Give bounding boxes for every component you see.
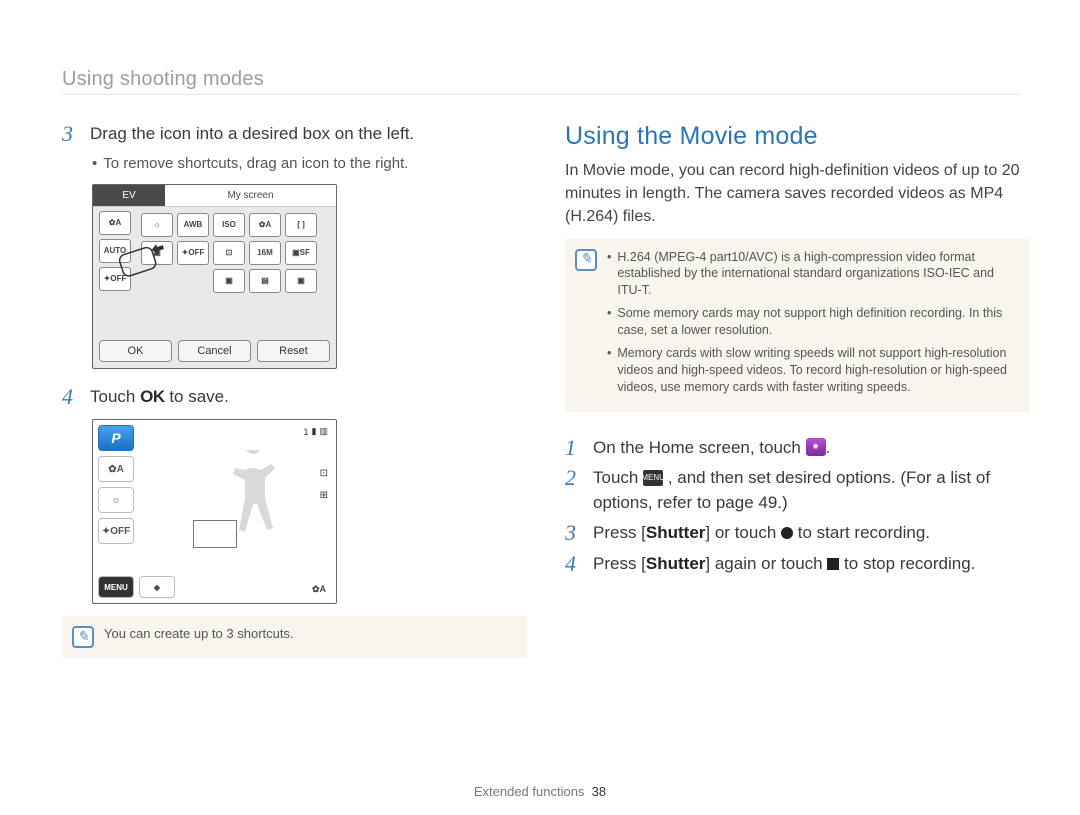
shortcut-icon: ✿A: [98, 456, 134, 482]
note-box: ✎ H.264 (MPEG-4 part10/AVC) is a high-co…: [565, 239, 1030, 412]
text: ] or touch: [705, 523, 781, 542]
text: Touch: [90, 387, 140, 406]
flash-icon: ✿A: [312, 584, 326, 595]
reset-button: Reset: [257, 340, 330, 362]
step-number: 3: [565, 521, 583, 546]
step-text: Press [Shutter] again or touch to stop r…: [593, 552, 975, 577]
movie-step-3: 3 Press [Shutter] or touch to start reco…: [565, 521, 1030, 546]
menu-button: MENU: [98, 576, 134, 598]
shortcut-slot: ✿A: [99, 211, 131, 235]
grid-icon: ▣: [285, 269, 317, 293]
text: to start recording.: [793, 523, 930, 542]
grid-icon: ☼: [141, 213, 173, 237]
text: Press [: [593, 523, 646, 542]
intro-paragraph: In Movie mode, you can record high-defin…: [565, 159, 1030, 229]
grid-icon: ▤: [249, 269, 281, 293]
note-item: H.264 (MPEG-4 part10/AVC) is a high-comp…: [617, 249, 1016, 300]
note-text: You can create up to 3 shortcuts.: [104, 626, 294, 648]
text: ] again or touch: [705, 554, 827, 573]
step-3-bullet: To remove shortcuts, drag an icon to the…: [92, 153, 527, 174]
drag-hand-icon: [117, 243, 177, 283]
counter: 1: [304, 427, 309, 437]
step-text: On the Home screen, touch ◉.: [593, 436, 830, 461]
breadcrumb: Using shooting modes: [62, 68, 264, 91]
text: Press [: [593, 554, 646, 573]
step-text: Touch MENU , and then set desired option…: [593, 466, 1030, 515]
shutter-label: Shutter: [646, 523, 706, 542]
divider: [62, 94, 1020, 95]
movie-step-2: 2 Touch MENU , and then set desired opti…: [565, 466, 1030, 515]
ok-button: OK: [99, 340, 172, 362]
screenshot-p-mode: P ✿A ☼ ✦OFF 1 ▮ ▥ ⊡ ⊞ MENU ◈ ✿A: [92, 419, 337, 604]
focus-frame: [193, 520, 237, 548]
tab-my-screen: My screen: [165, 185, 336, 207]
step-text: Drag the icon into a desired box on the …: [90, 122, 414, 147]
settings-icon: ◈: [139, 576, 175, 598]
cancel-button: Cancel: [178, 340, 251, 362]
grid-icon: ✦OFF: [177, 241, 209, 265]
menu-icon: MENU: [643, 470, 663, 486]
note-icon: ✎: [575, 249, 597, 271]
bullet-text: To remove shortcuts, drag an icon to the…: [103, 153, 408, 174]
step-number: 4: [62, 385, 80, 410]
ok-label: OK: [140, 385, 165, 410]
page-number: 38: [592, 784, 606, 799]
shutter-label: Shutter: [646, 554, 706, 573]
step-number: 1: [565, 436, 583, 461]
grid-icon: ▣: [213, 269, 245, 293]
grid-icon: ▣SF: [285, 241, 317, 265]
shortcut-icon: ☼: [98, 487, 134, 513]
shortcut-icon: ✦OFF: [98, 518, 134, 544]
page-footer: Extended functions 38: [0, 784, 1080, 799]
grid-icon: ✿A: [249, 213, 281, 237]
text: On the Home screen, touch: [593, 438, 806, 457]
text: to stop recording.: [839, 554, 975, 573]
grid-icon: [ ]: [285, 213, 317, 237]
sd-icon: ▮: [312, 426, 317, 437]
movie-mode-icon: ◉: [806, 438, 826, 456]
footer-section: Extended functions: [474, 784, 585, 799]
icon: ⊞: [320, 490, 328, 501]
grid-icon: ISO: [213, 213, 245, 237]
step-number: 2: [565, 466, 583, 515]
grid-icon: ⊡: [213, 241, 245, 265]
note-box: ✎ You can create up to 3 shortcuts.: [62, 616, 527, 658]
step-number: 3: [62, 122, 80, 147]
rec-icon: ⊡: [320, 468, 328, 479]
grid-icon: 16M: [249, 241, 281, 265]
text: .: [826, 438, 831, 457]
screenshot-my-screen: EV My screen ✿A AUTO ✦OFF ☼ AWB ISO ✿A […: [92, 184, 337, 369]
note-item: Memory cards with slow writing speeds wi…: [617, 345, 1016, 396]
note-icon: ✎: [72, 626, 94, 648]
person-silhouette: [223, 450, 283, 570]
mode-p-icon: P: [98, 425, 134, 451]
stop-square-icon: [827, 558, 839, 570]
step-3: 3 Drag the icon into a desired box on th…: [62, 122, 527, 147]
step-text: Press [Shutter] or touch to start record…: [593, 521, 930, 546]
movie-step-1: 1 On the Home screen, touch ◉.: [565, 436, 1030, 461]
step-text: Touch OK to save.: [90, 385, 229, 410]
step-4: 4 Touch OK to save.: [62, 385, 527, 410]
note-item: Some memory cards may not support high d…: [617, 305, 1016, 339]
section-title: Using the Movie mode: [565, 122, 1030, 151]
text: to save.: [169, 387, 229, 406]
grid-icon: AWB: [177, 213, 209, 237]
record-dot-icon: [781, 527, 793, 539]
text: Touch: [593, 468, 643, 487]
battery-icon: ▥: [319, 426, 328, 437]
tab-ev: EV: [93, 185, 165, 207]
step-number: 4: [565, 552, 583, 577]
movie-step-4: 4 Press [Shutter] again or touch to stop…: [565, 552, 1030, 577]
status-bar: 1 ▮ ▥: [304, 426, 328, 437]
note-list: H.264 (MPEG-4 part10/AVC) is a high-comp…: [607, 249, 1016, 402]
